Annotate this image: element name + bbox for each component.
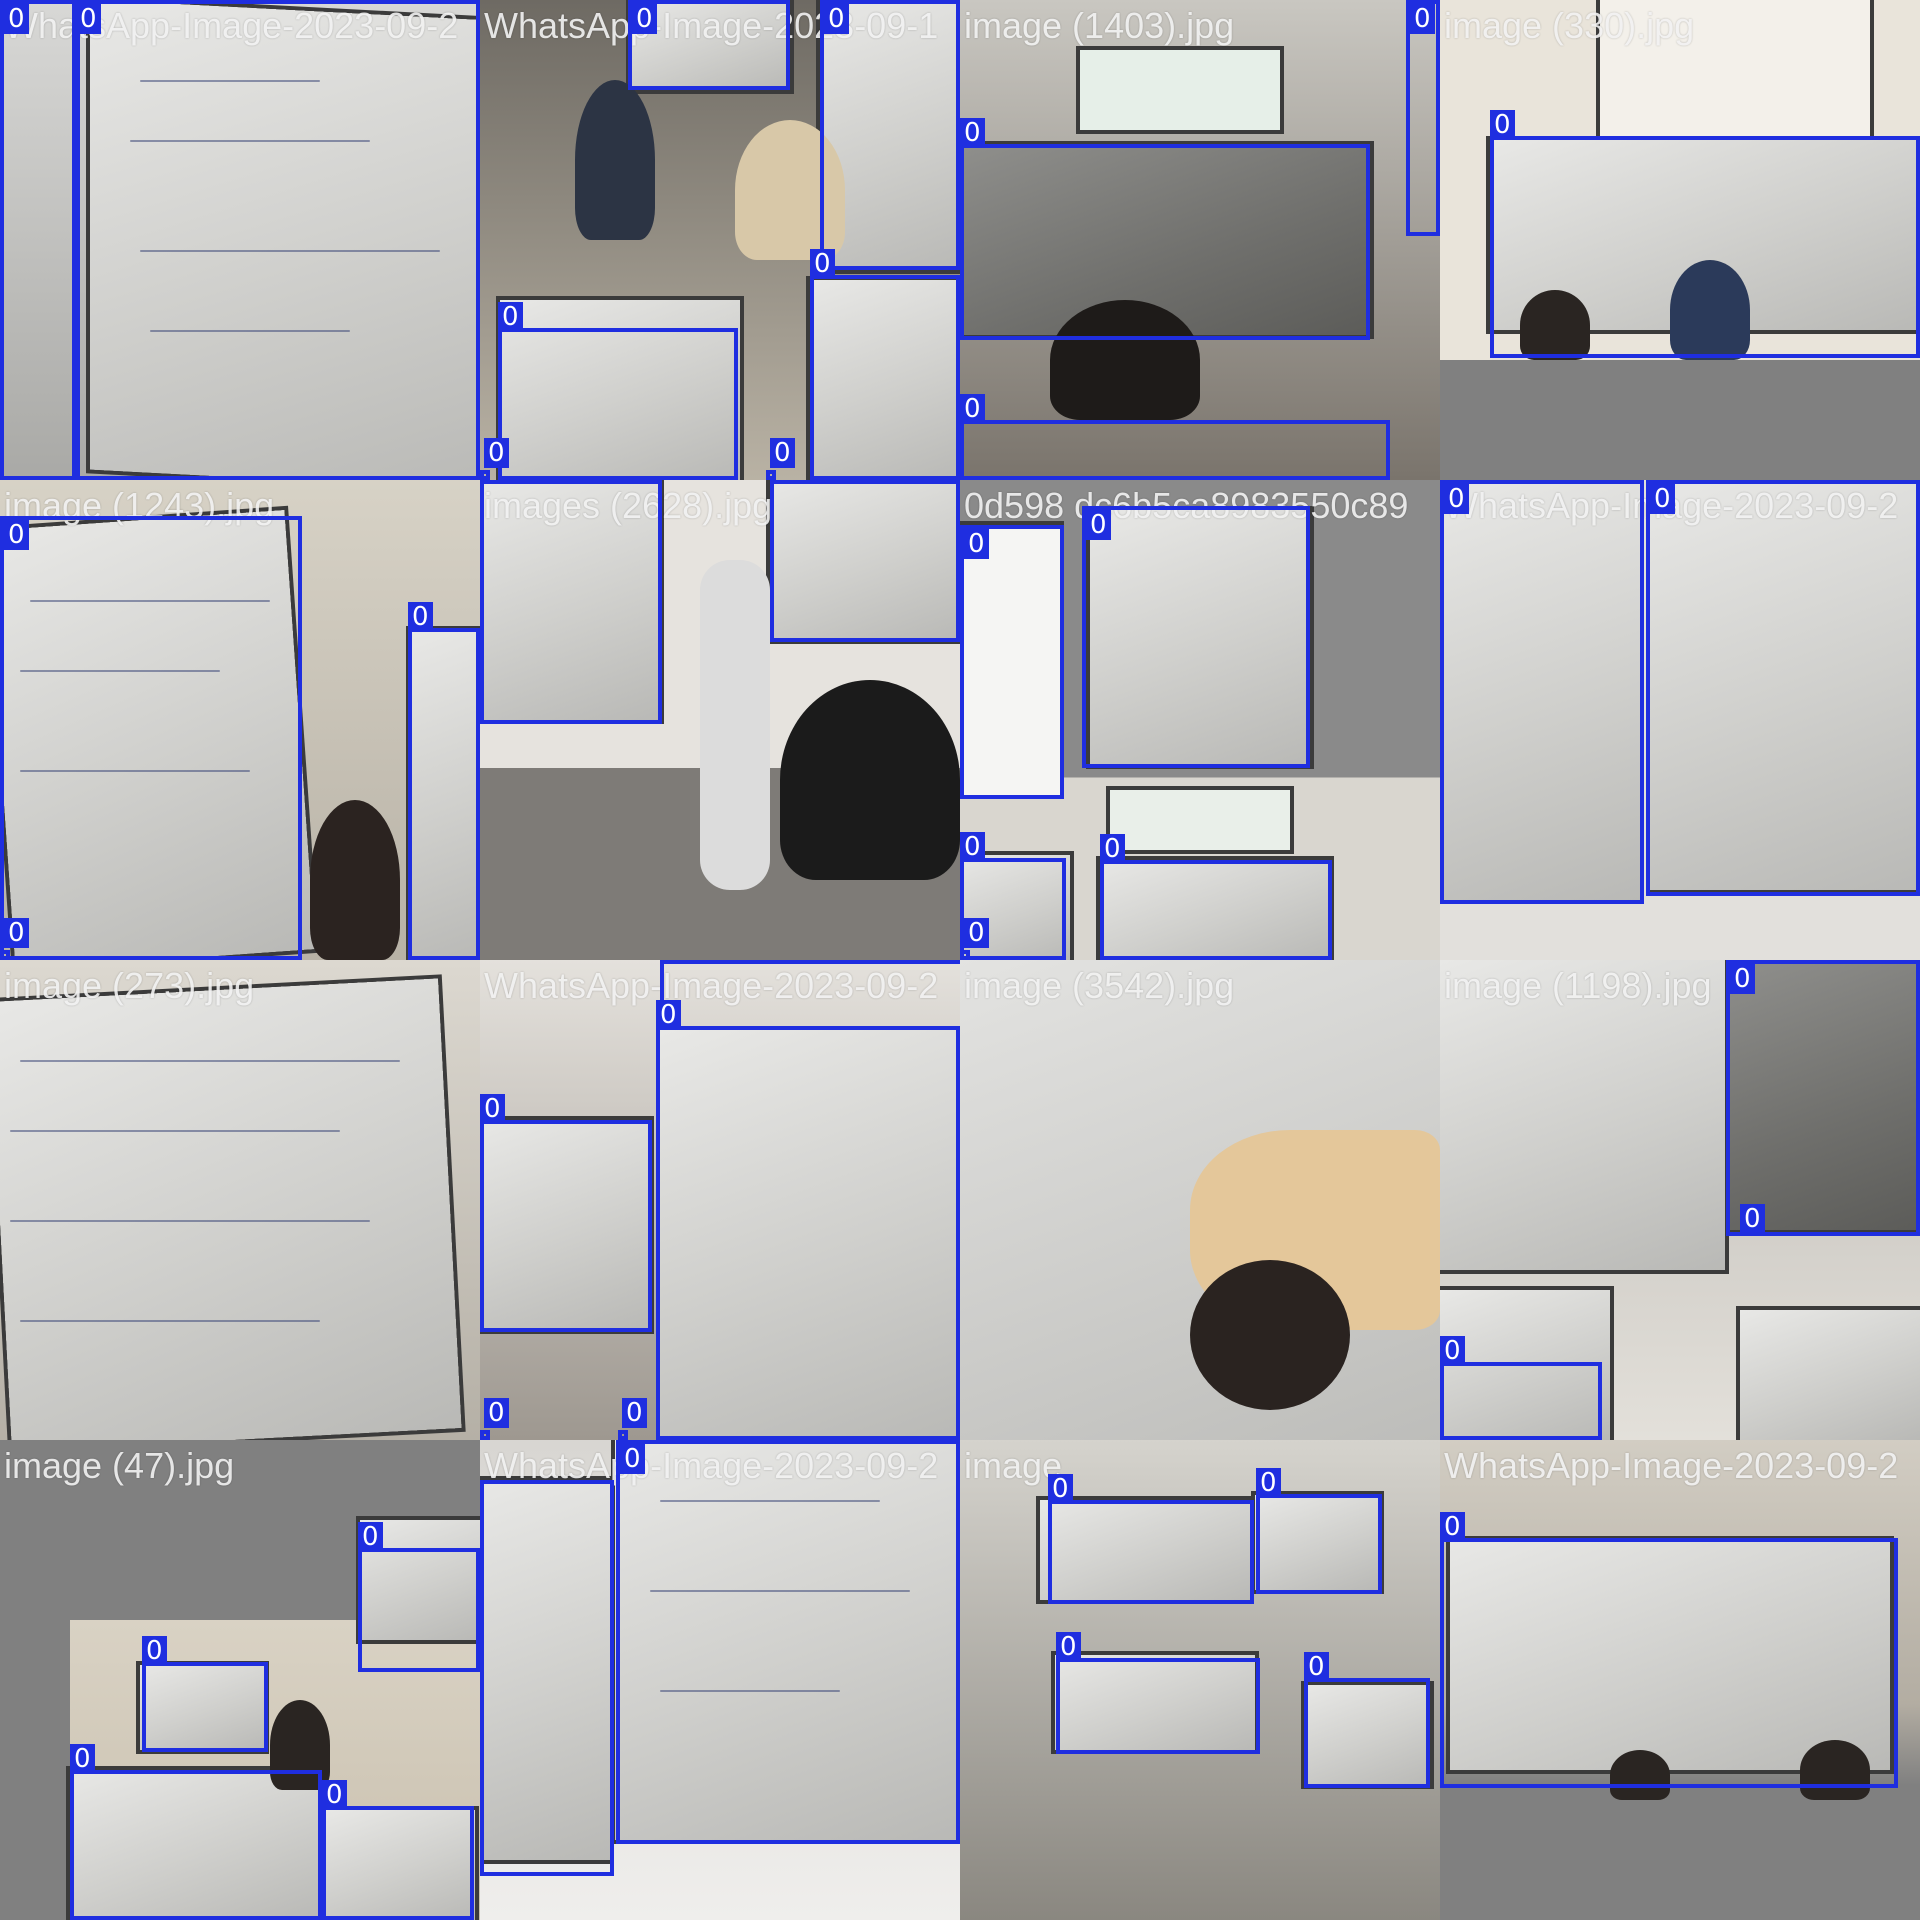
class-label: 0	[1444, 484, 1469, 514]
class-label: 0	[660, 960, 685, 964]
class-label: 0	[70, 1744, 95, 1774]
detection-box: 0	[480, 1398, 509, 1440]
detection-box: 0	[0, 918, 29, 960]
detection-box: 0	[1440, 480, 1644, 904]
detection-box: 0	[960, 525, 1064, 799]
class-label: 0	[142, 1636, 167, 1666]
class-label: 0	[4, 918, 29, 948]
class-label: 0	[322, 1780, 347, 1810]
detection-box: 0	[1726, 960, 1920, 1236]
class-label: 0	[964, 918, 989, 948]
class-label: 0	[656, 1000, 681, 1030]
class-label: 0	[620, 1444, 645, 1474]
detection-box: 0	[0, 516, 302, 960]
detection-box: 0	[498, 302, 738, 480]
class-label: 0	[1048, 1474, 1073, 1504]
detection-box: 0	[480, 438, 509, 480]
detection-box: 0	[820, 0, 960, 270]
detection-box: 0	[660, 960, 960, 1030]
mosaic-tile: WhatsApp-Image-2023-09-2 0 0 0 0 0	[480, 960, 960, 1440]
detection-box: 0	[358, 1522, 480, 1672]
mosaic-tile: WhatsApp-Image-2023-09-2 0 0	[0, 0, 480, 480]
mosaic-grid: WhatsApp-Image-2023-09-2 0 0 WhatsApp-Im…	[0, 0, 1920, 1920]
detection-box: 0	[1304, 1652, 1430, 1788]
detection-box: 0	[1740, 1204, 1765, 1240]
detection-box	[480, 1480, 614, 1876]
detection-box: 0	[1082, 506, 1310, 768]
detection-box: 0	[618, 1398, 647, 1440]
mosaic-tile: image (273).jpg	[0, 960, 480, 1440]
class-label: 0	[1740, 1204, 1765, 1234]
class-label: 0	[960, 118, 985, 148]
class-label: 0	[1304, 1652, 1329, 1682]
detection-box: 0	[628, 0, 790, 90]
detection-box: 0	[1048, 1474, 1254, 1604]
class-label: 0	[960, 394, 985, 424]
class-label: 0	[824, 4, 849, 34]
class-label: 0	[1100, 834, 1125, 864]
mosaic-tile: image (1243).jpg 0 0 0	[0, 480, 480, 960]
detection-box: 0	[766, 438, 795, 480]
detection-box: 0	[810, 249, 960, 480]
class-label: 0	[1056, 1632, 1081, 1662]
class-label: 0	[4, 4, 29, 34]
class-label: 0	[1256, 1468, 1281, 1498]
class-label: 0	[484, 1398, 509, 1428]
detection-box: 0	[408, 602, 480, 960]
class-label: 0	[810, 249, 835, 279]
detection-box: 0	[656, 1000, 960, 1440]
class-label: 0	[498, 302, 523, 332]
detection-box: 0	[142, 1636, 268, 1752]
detection-box: 0	[1490, 110, 1920, 358]
detection-box: 0	[1646, 480, 1920, 896]
class-label: 0	[632, 4, 657, 34]
detection-box	[770, 480, 960, 642]
class-label: 0	[358, 1522, 383, 1552]
mosaic-tile: WhatsApp-Image-2023-09-2 0 0	[1440, 480, 1920, 960]
class-label: 0	[622, 1398, 647, 1428]
mosaic-tile: WhatsApp-Image-2023-09-2 0	[480, 1440, 960, 1920]
class-label: 0	[1490, 110, 1515, 140]
detection-box: 0	[1440, 1512, 1898, 1788]
detection-box: 0	[960, 118, 1370, 340]
detection-box: 0	[1406, 0, 1440, 236]
detection-box	[480, 480, 662, 724]
detection-box: 0	[1440, 1336, 1602, 1440]
detection-box: 0	[322, 1780, 474, 1920]
class-label: 0	[1410, 4, 1435, 34]
detection-box: 0	[72, 0, 480, 480]
mosaic-tile: image (330).jpg 0	[1440, 0, 1920, 480]
class-label: 0	[76, 4, 101, 34]
mosaic-tile: images (2628).jpg	[480, 480, 960, 960]
mosaic-tile: image 0 0 0 0	[960, 1440, 1440, 1920]
mosaic-tile: 0d598 dc6b5ca8983550c89 0 0 0 0 0	[960, 480, 1440, 960]
detection-box: 0	[616, 1440, 960, 1844]
class-label: 0	[1440, 1512, 1465, 1542]
class-label: 0	[1730, 964, 1755, 994]
class-label: 0	[1650, 484, 1675, 514]
mosaic-tile: WhatsApp-Image-2023-09-2 0	[1440, 1440, 1920, 1920]
class-label: 0	[484, 438, 509, 468]
class-label: 0	[1086, 510, 1111, 540]
class-label: 0	[480, 1094, 505, 1124]
detection-box: 0	[480, 1094, 652, 1332]
class-label: 0	[770, 438, 795, 468]
class-label: 0	[4, 520, 29, 550]
detection-box: 0	[960, 918, 989, 960]
detection-box: 0	[70, 1744, 322, 1920]
detection-box: 0	[960, 394, 1390, 480]
class-label: 0	[960, 832, 985, 862]
class-label: 0	[964, 529, 989, 559]
mosaic-tile: image (3542).jpg	[960, 960, 1440, 1440]
mosaic-tile: image (1198).jpg 0 0 0	[1440, 960, 1920, 1440]
mosaic-tile: image (47).jpg 0 0 0 0	[0, 1440, 480, 1920]
detection-box: 0	[1256, 1468, 1382, 1594]
mosaic-tile: WhatsApp-Image-2023-09-1 0 0 0 0 0 0	[480, 0, 960, 480]
mosaic-tile: image (1403).jpg 0 0 0	[960, 0, 1440, 480]
class-label: 0	[1440, 1336, 1465, 1366]
detection-box: 0	[0, 0, 80, 480]
class-label: 0	[408, 602, 433, 632]
detection-box: 0	[1100, 834, 1332, 960]
detection-box: 0	[1056, 1632, 1260, 1754]
